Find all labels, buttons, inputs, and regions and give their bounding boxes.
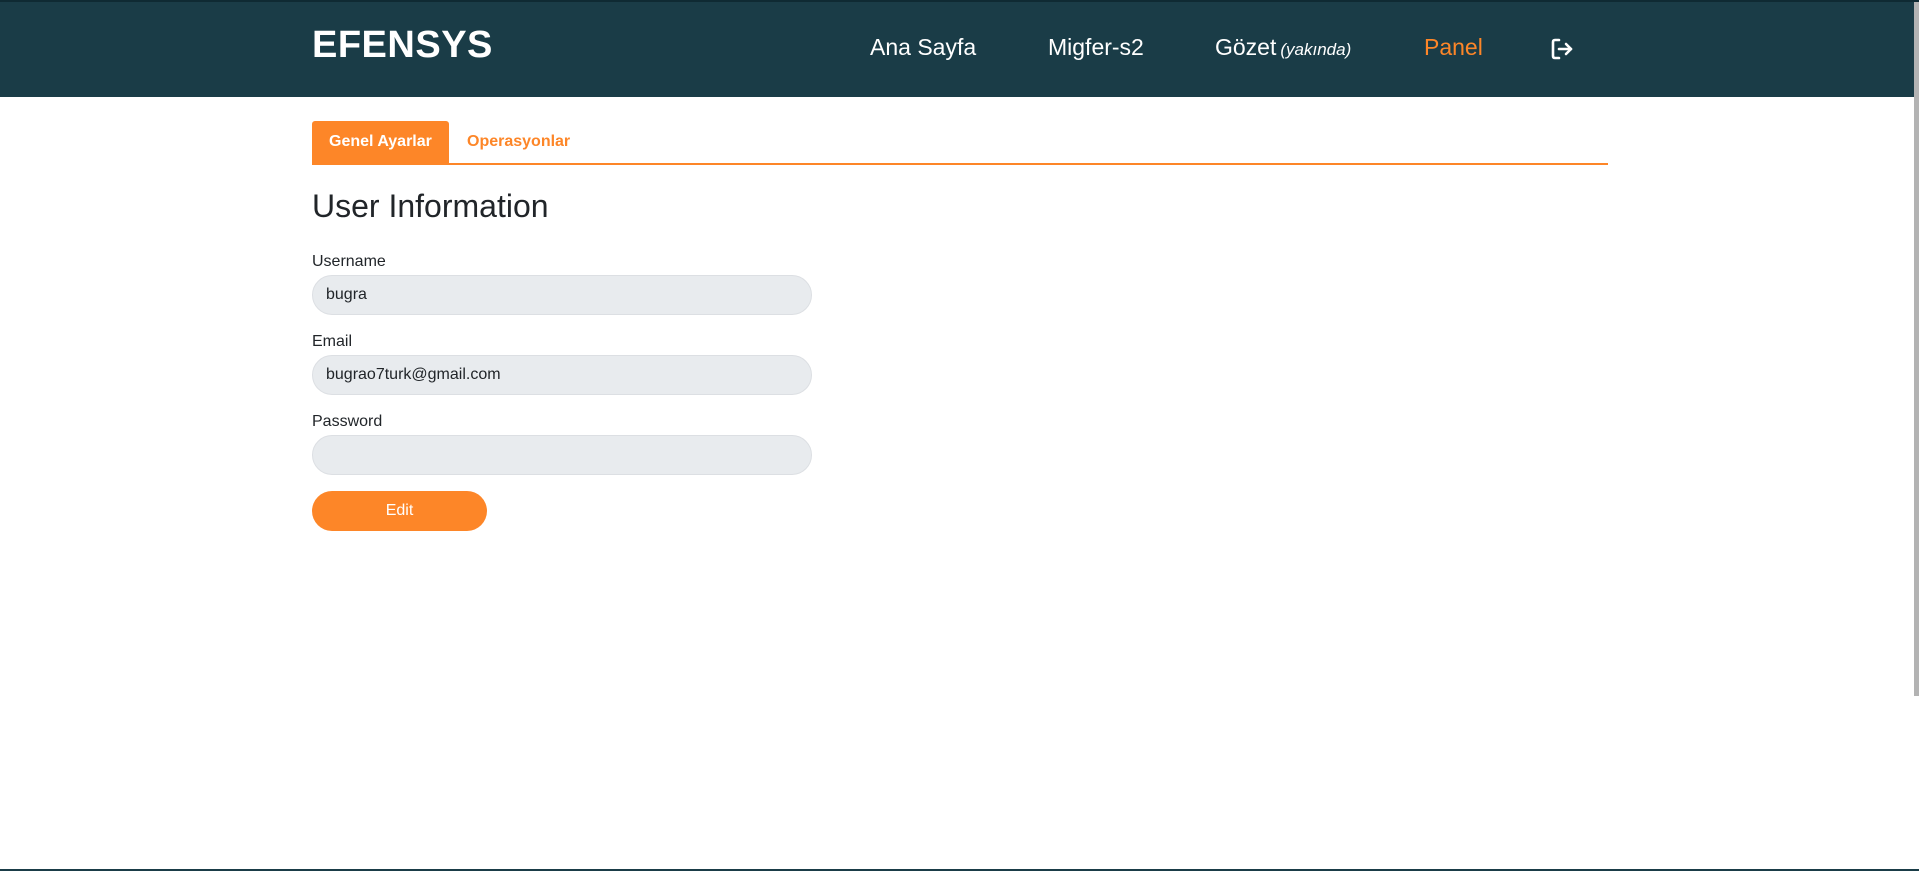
edit-button[interactable]: Edit <box>312 491 487 531</box>
tab-general-settings[interactable]: Genel Ayarlar <box>312 121 449 163</box>
email-label: Email <box>312 333 353 350</box>
nav-gozet[interactable]: Gözet (yakında) <box>1215 34 1351 61</box>
page-title: User Information <box>312 188 549 224</box>
nav-gozet-note: (yakında) <box>1280 40 1352 59</box>
nav-home[interactable]: Ana Sayfa <box>870 34 976 61</box>
nav-gozet-label: Gözet <box>1215 34 1277 60</box>
settings-tabs: Genel Ayarlar Operasyonlar <box>312 121 1608 165</box>
username-label: Username <box>312 253 386 270</box>
email-field[interactable] <box>312 355 812 395</box>
password-field[interactable] <box>312 435 812 475</box>
scrollbar[interactable] <box>1914 2 1919 696</box>
username-field[interactable] <box>312 275 812 315</box>
top-navbar: EFENSYS Ana Sayfa Migfer-s2 Gözet (yakınd… <box>0 2 1919 97</box>
logout-icon[interactable] <box>1549 36 1575 62</box>
nav-migfer[interactable]: Migfer-s2 <box>1048 34 1144 61</box>
password-label: Password <box>312 413 383 430</box>
page: EFENSYS Ana Sayfa Migfer-s2 Gözet (yakınd… <box>0 0 1919 871</box>
tab-operations[interactable]: Operasyonlar <box>450 121 587 163</box>
nav-panel[interactable]: Panel <box>1424 34 1483 61</box>
brand-logo[interactable]: EFENSYS <box>312 24 493 67</box>
